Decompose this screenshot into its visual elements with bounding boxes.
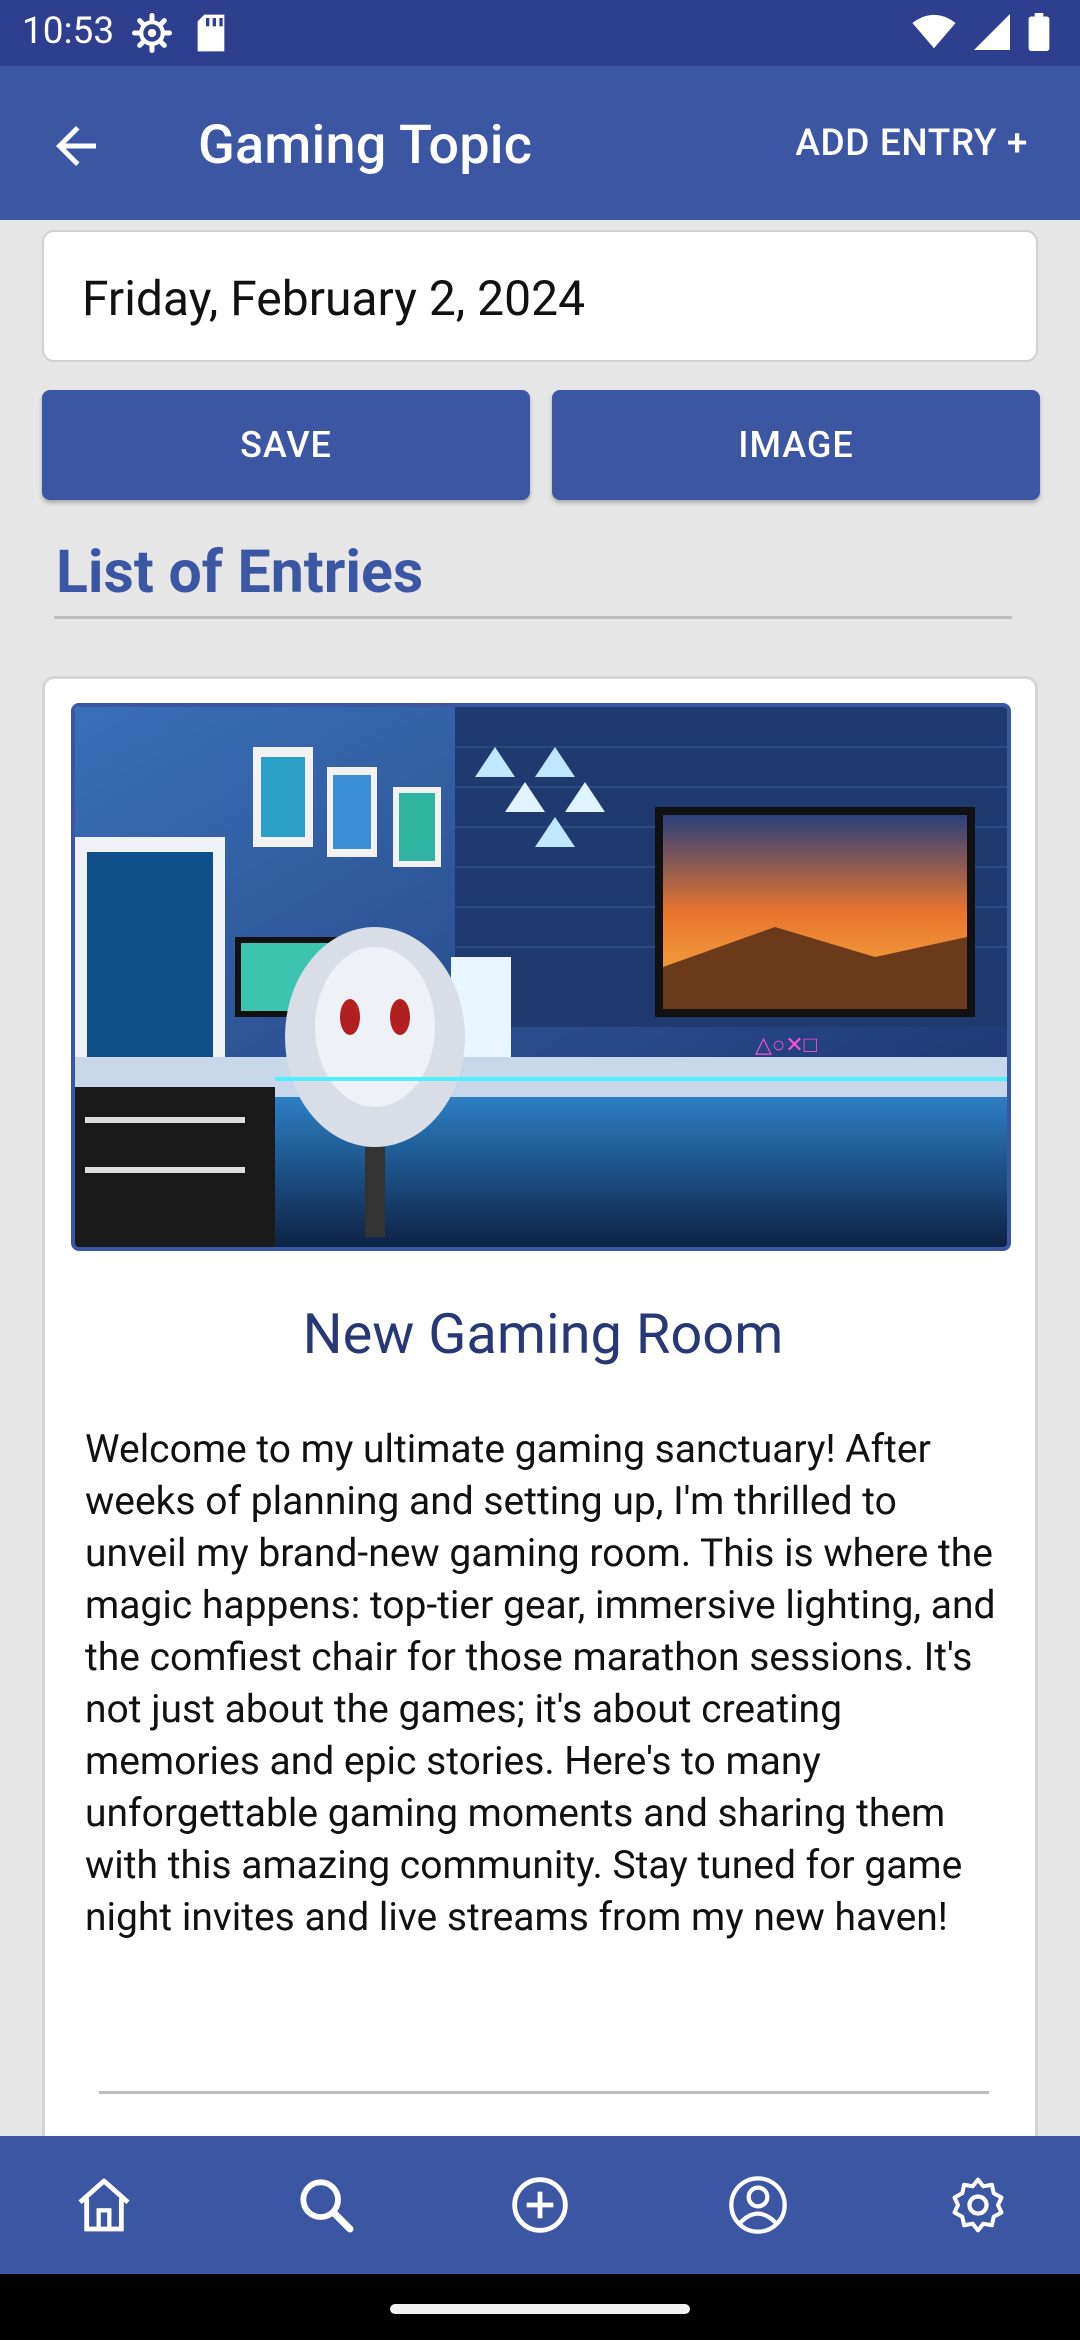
save-button[interactable]: SAVE <box>42 390 530 500</box>
entry-divider <box>99 2091 989 2094</box>
heading-divider <box>54 616 1012 619</box>
settings-icon[interactable] <box>946 2173 1010 2237</box>
entry-image: △○✕□ <box>71 703 1011 1251</box>
status-icons-right <box>912 13 1050 51</box>
search-icon[interactable] <box>294 2173 358 2237</box>
status-icons-left <box>132 13 228 53</box>
add-circle-icon[interactable] <box>508 2173 572 2237</box>
main-content[interactable]: Friday, February 2, 2024 SAVE IMAGE List… <box>0 220 1080 2136</box>
image-button[interactable]: IMAGE <box>552 390 1040 500</box>
settings-gear-icon <box>132 13 172 53</box>
arrow-back-icon[interactable] <box>46 116 106 176</box>
status-bar: 10:53 <box>0 0 1080 66</box>
wifi-icon <box>912 14 956 49</box>
date-field[interactable]: Friday, February 2, 2024 <box>42 230 1038 362</box>
entry-card[interactable]: △○✕□ New Gaming Room Welcome to my ultim… <box>42 676 1038 2136</box>
bottom-nav <box>0 2136 1080 2274</box>
gaming-room-illustration: △○✕□ <box>75 707 1007 1247</box>
cell-signal-icon <box>974 14 1010 50</box>
entry-title: New Gaming Room <box>302 1301 784 1367</box>
sd-card-icon <box>197 14 225 52</box>
date-value: Friday, February 2, 2024 <box>82 270 586 327</box>
home-gesture-handle[interactable] <box>390 2304 690 2314</box>
list-heading: List of Entries <box>56 538 424 607</box>
add-entry-button[interactable]: ADD ENTRY + <box>795 122 1028 165</box>
entry-body: Welcome to my ultimate gaming sanctuary!… <box>85 1426 996 1940</box>
svg-text:△○✕□: △○✕□ <box>755 1032 817 1057</box>
page-title: Gaming Topic <box>198 114 533 177</box>
app-bar: Gaming Topic ADD ENTRY + <box>0 66 1080 220</box>
profile-icon[interactable] <box>726 2173 790 2237</box>
battery-icon <box>1028 13 1050 51</box>
home-icon[interactable] <box>72 2173 136 2237</box>
status-time: 10:53 <box>22 10 115 53</box>
